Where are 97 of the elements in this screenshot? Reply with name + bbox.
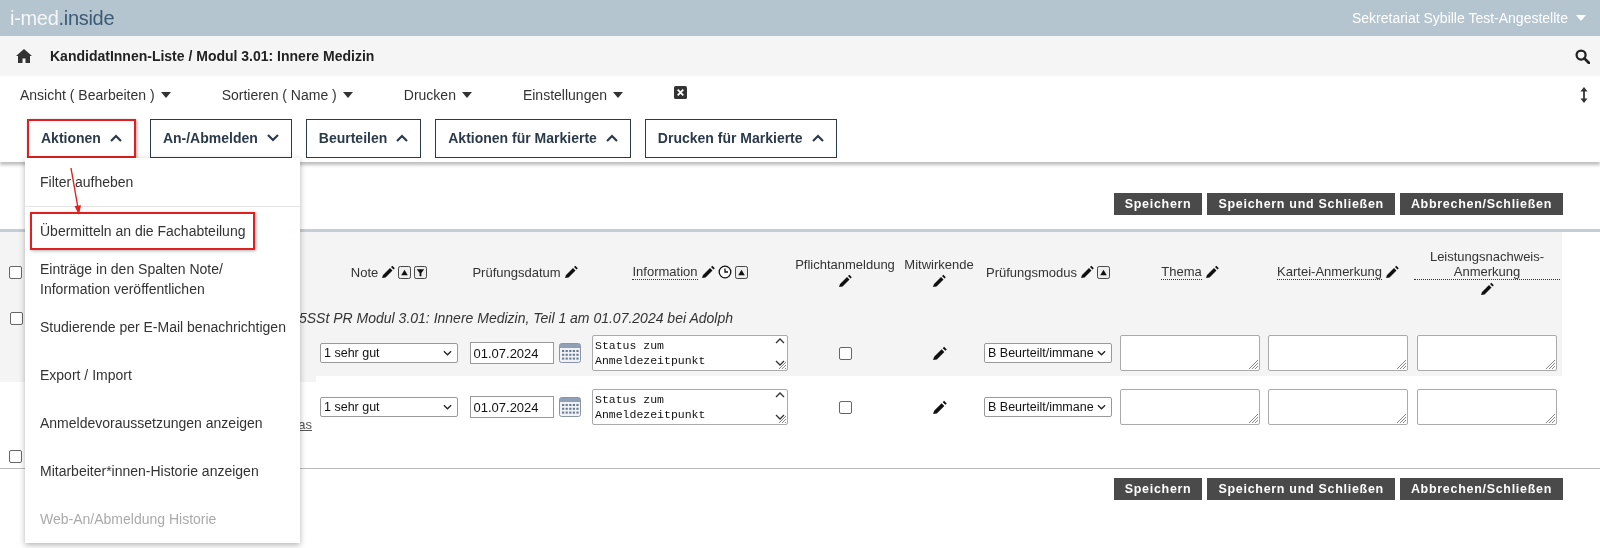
- chevron-icon: [109, 134, 122, 142]
- menu-dropdown[interactable]: Sortieren ( Name ): [221, 87, 353, 103]
- scrollbar-icon[interactable]: [773, 336, 787, 370]
- action-dropdown-button[interactable]: Aktionen für Markierte: [435, 118, 631, 158]
- column-header: Thema: [1161, 264, 1202, 280]
- pencil-icon[interactable]: [931, 345, 947, 361]
- menu-dropdown[interactable]: Ansicht ( Bearbeiten ): [20, 87, 171, 103]
- action-dropdown-button[interactable]: An-/Abmelden: [149, 118, 292, 158]
- exam-mode-select[interactable]: B Beurteilt/immane: [984, 343, 1112, 363]
- mandatory-checkbox[interactable]: [838, 400, 852, 414]
- chevron-icon: [396, 134, 409, 142]
- pencil-icon[interactable]: [700, 265, 715, 279]
- menu-item[interactable]: Mitarbeiter*innen-Historie anzeigen: [30, 452, 269, 490]
- home-icon[interactable]: [16, 49, 32, 63]
- date-field[interactable]: 01.07.2024: [469, 342, 554, 364]
- column-header: Prüfungsmodus: [985, 264, 1078, 280]
- menu-item[interactable]: Einträge in den Spalten Note/ Information veröffentlichen: [30, 250, 300, 308]
- close-icon[interactable]: [674, 85, 687, 99]
- group-checkbox[interactable]: [10, 311, 23, 325]
- save-bar-button[interactable]: Abbrechen/Schließen: [1399, 193, 1563, 215]
- action-dropdown-button[interactable]: Drucken für Markierte: [644, 118, 837, 158]
- text-area-field[interactable]: [1417, 389, 1557, 425]
- resize-grip-icon[interactable]: [1396, 359, 1406, 369]
- text-area-field[interactable]: [1120, 335, 1260, 371]
- menu-item[interactable]: Filter aufheben: [30, 163, 144, 201]
- text-area-field[interactable]: [1268, 335, 1408, 371]
- exam-mode-select[interactable]: B Beurteilt/immane: [984, 397, 1112, 417]
- chevron-icon: [605, 134, 618, 142]
- calendar-icon[interactable]: [558, 397, 581, 417]
- row-checkbox[interactable]: [9, 449, 22, 463]
- pencil-icon[interactable]: [932, 273, 946, 288]
- text-area-field[interactable]: [1268, 389, 1408, 425]
- clock-icon[interactable]: [717, 265, 732, 279]
- column-header: Mitwirkende: [904, 256, 974, 272]
- menu-item[interactable]: Anmeldevoraussetzungen anzeigen: [30, 404, 273, 442]
- column-header: Leistungsnachweis-Anmerkung: [1414, 248, 1560, 280]
- resize-grip-icon[interactable]: [1248, 359, 1258, 369]
- pencil-icon[interactable]: [838, 273, 852, 288]
- pencil-icon[interactable]: [1384, 265, 1399, 279]
- column-header: Prüfungsdatum: [472, 264, 561, 280]
- calendar-icon[interactable]: [558, 343, 581, 363]
- chevron-icon: [1097, 404, 1106, 410]
- action-dropdown-button[interactable]: Aktionen: [27, 118, 136, 158]
- sort-icon[interactable]: [1097, 265, 1111, 279]
- menu-item[interactable]: Export / Import: [30, 356, 142, 394]
- text-area-field[interactable]: [1120, 389, 1260, 425]
- grade-select[interactable]: 1 sehr gut: [320, 343, 458, 363]
- pencil-icon[interactable]: [381, 265, 396, 279]
- breadcrumb-title: KandidatInnen-Liste / Modul 3.01: Innere Medizin: [50, 48, 376, 64]
- pencil-icon[interactable]: [1080, 265, 1095, 279]
- text-area-field[interactable]: [1417, 335, 1557, 371]
- sort-icon[interactable]: [398, 265, 412, 279]
- resize-grip-icon[interactable]: [1545, 359, 1555, 369]
- column-header: Kartei-Anmerkung: [1277, 264, 1382, 280]
- menu-dropdown[interactable]: Drucken: [403, 87, 472, 103]
- chevron-icon: [443, 350, 452, 356]
- column-header: Note: [350, 264, 379, 280]
- resize-grip-icon[interactable]: [1545, 413, 1555, 423]
- save-bar-button[interactable]: Speichern und Schließen: [1207, 478, 1395, 500]
- filter-icon[interactable]: [414, 265, 428, 279]
- pencil-icon[interactable]: [931, 399, 947, 415]
- pencil-icon[interactable]: [563, 265, 578, 279]
- information-field[interactable]: Status zum Anmeldezeitpunkt: [592, 389, 788, 425]
- column-header: Information: [632, 264, 698, 280]
- column-header: Pflichtanmeldung: [795, 256, 895, 272]
- caret-icon: [613, 92, 623, 98]
- sort-icon[interactable]: [734, 265, 748, 279]
- select-all-checkbox[interactable]: [9, 265, 22, 279]
- search-icon[interactable]: [1575, 48, 1590, 64]
- menu-item[interactable]: Studierende per E-Mail benachrichtigen: [30, 308, 296, 346]
- chevron-icon: [443, 404, 452, 410]
- pencil-icon[interactable]: [1204, 265, 1219, 279]
- chevron-icon: [1097, 350, 1106, 356]
- scrollbar-icon[interactable]: [773, 390, 787, 424]
- save-bar-button[interactable]: Abbrechen/Schließen: [1399, 478, 1563, 500]
- action-dropdown-button[interactable]: Beurteilen: [305, 118, 422, 158]
- caret-icon: [461, 92, 472, 98]
- logo[interactable]: i-med.inside: [10, 6, 115, 30]
- grade-select[interactable]: 1 sehr gut: [320, 397, 458, 417]
- save-bar-button[interactable]: Speichern: [1113, 478, 1203, 500]
- menu-dropdown[interactable]: Einstellungen: [522, 87, 623, 103]
- caret-icon: [160, 92, 171, 98]
- date-field[interactable]: 01.07.2024: [469, 396, 554, 418]
- chevron-icon: [811, 134, 824, 142]
- save-bar-button[interactable]: Speichern: [1113, 193, 1203, 215]
- chevron-icon: [266, 134, 279, 142]
- caret-icon: [342, 92, 353, 98]
- resize-grip-icon[interactable]: [1248, 413, 1258, 423]
- menu-item[interactable]: Übermitteln an die Fachabteilung: [30, 212, 256, 250]
- information-field[interactable]: Status zum Anmeldezeitpunkt: [592, 335, 788, 371]
- exam-group-title: 5SSt PR Modul 3.01: Innere Medizin, Teil 1 am 01.07.2024 bei Adolph: [299, 310, 733, 326]
- caret-icon: [1576, 15, 1586, 21]
- mandatory-checkbox[interactable]: [838, 346, 852, 360]
- resize-vertical-icon[interactable]: [1580, 87, 1588, 103]
- save-bar-button[interactable]: Speichern und Schließen: [1207, 193, 1395, 215]
- resize-grip-icon[interactable]: [1396, 413, 1406, 423]
- pencil-icon[interactable]: [1480, 281, 1494, 296]
